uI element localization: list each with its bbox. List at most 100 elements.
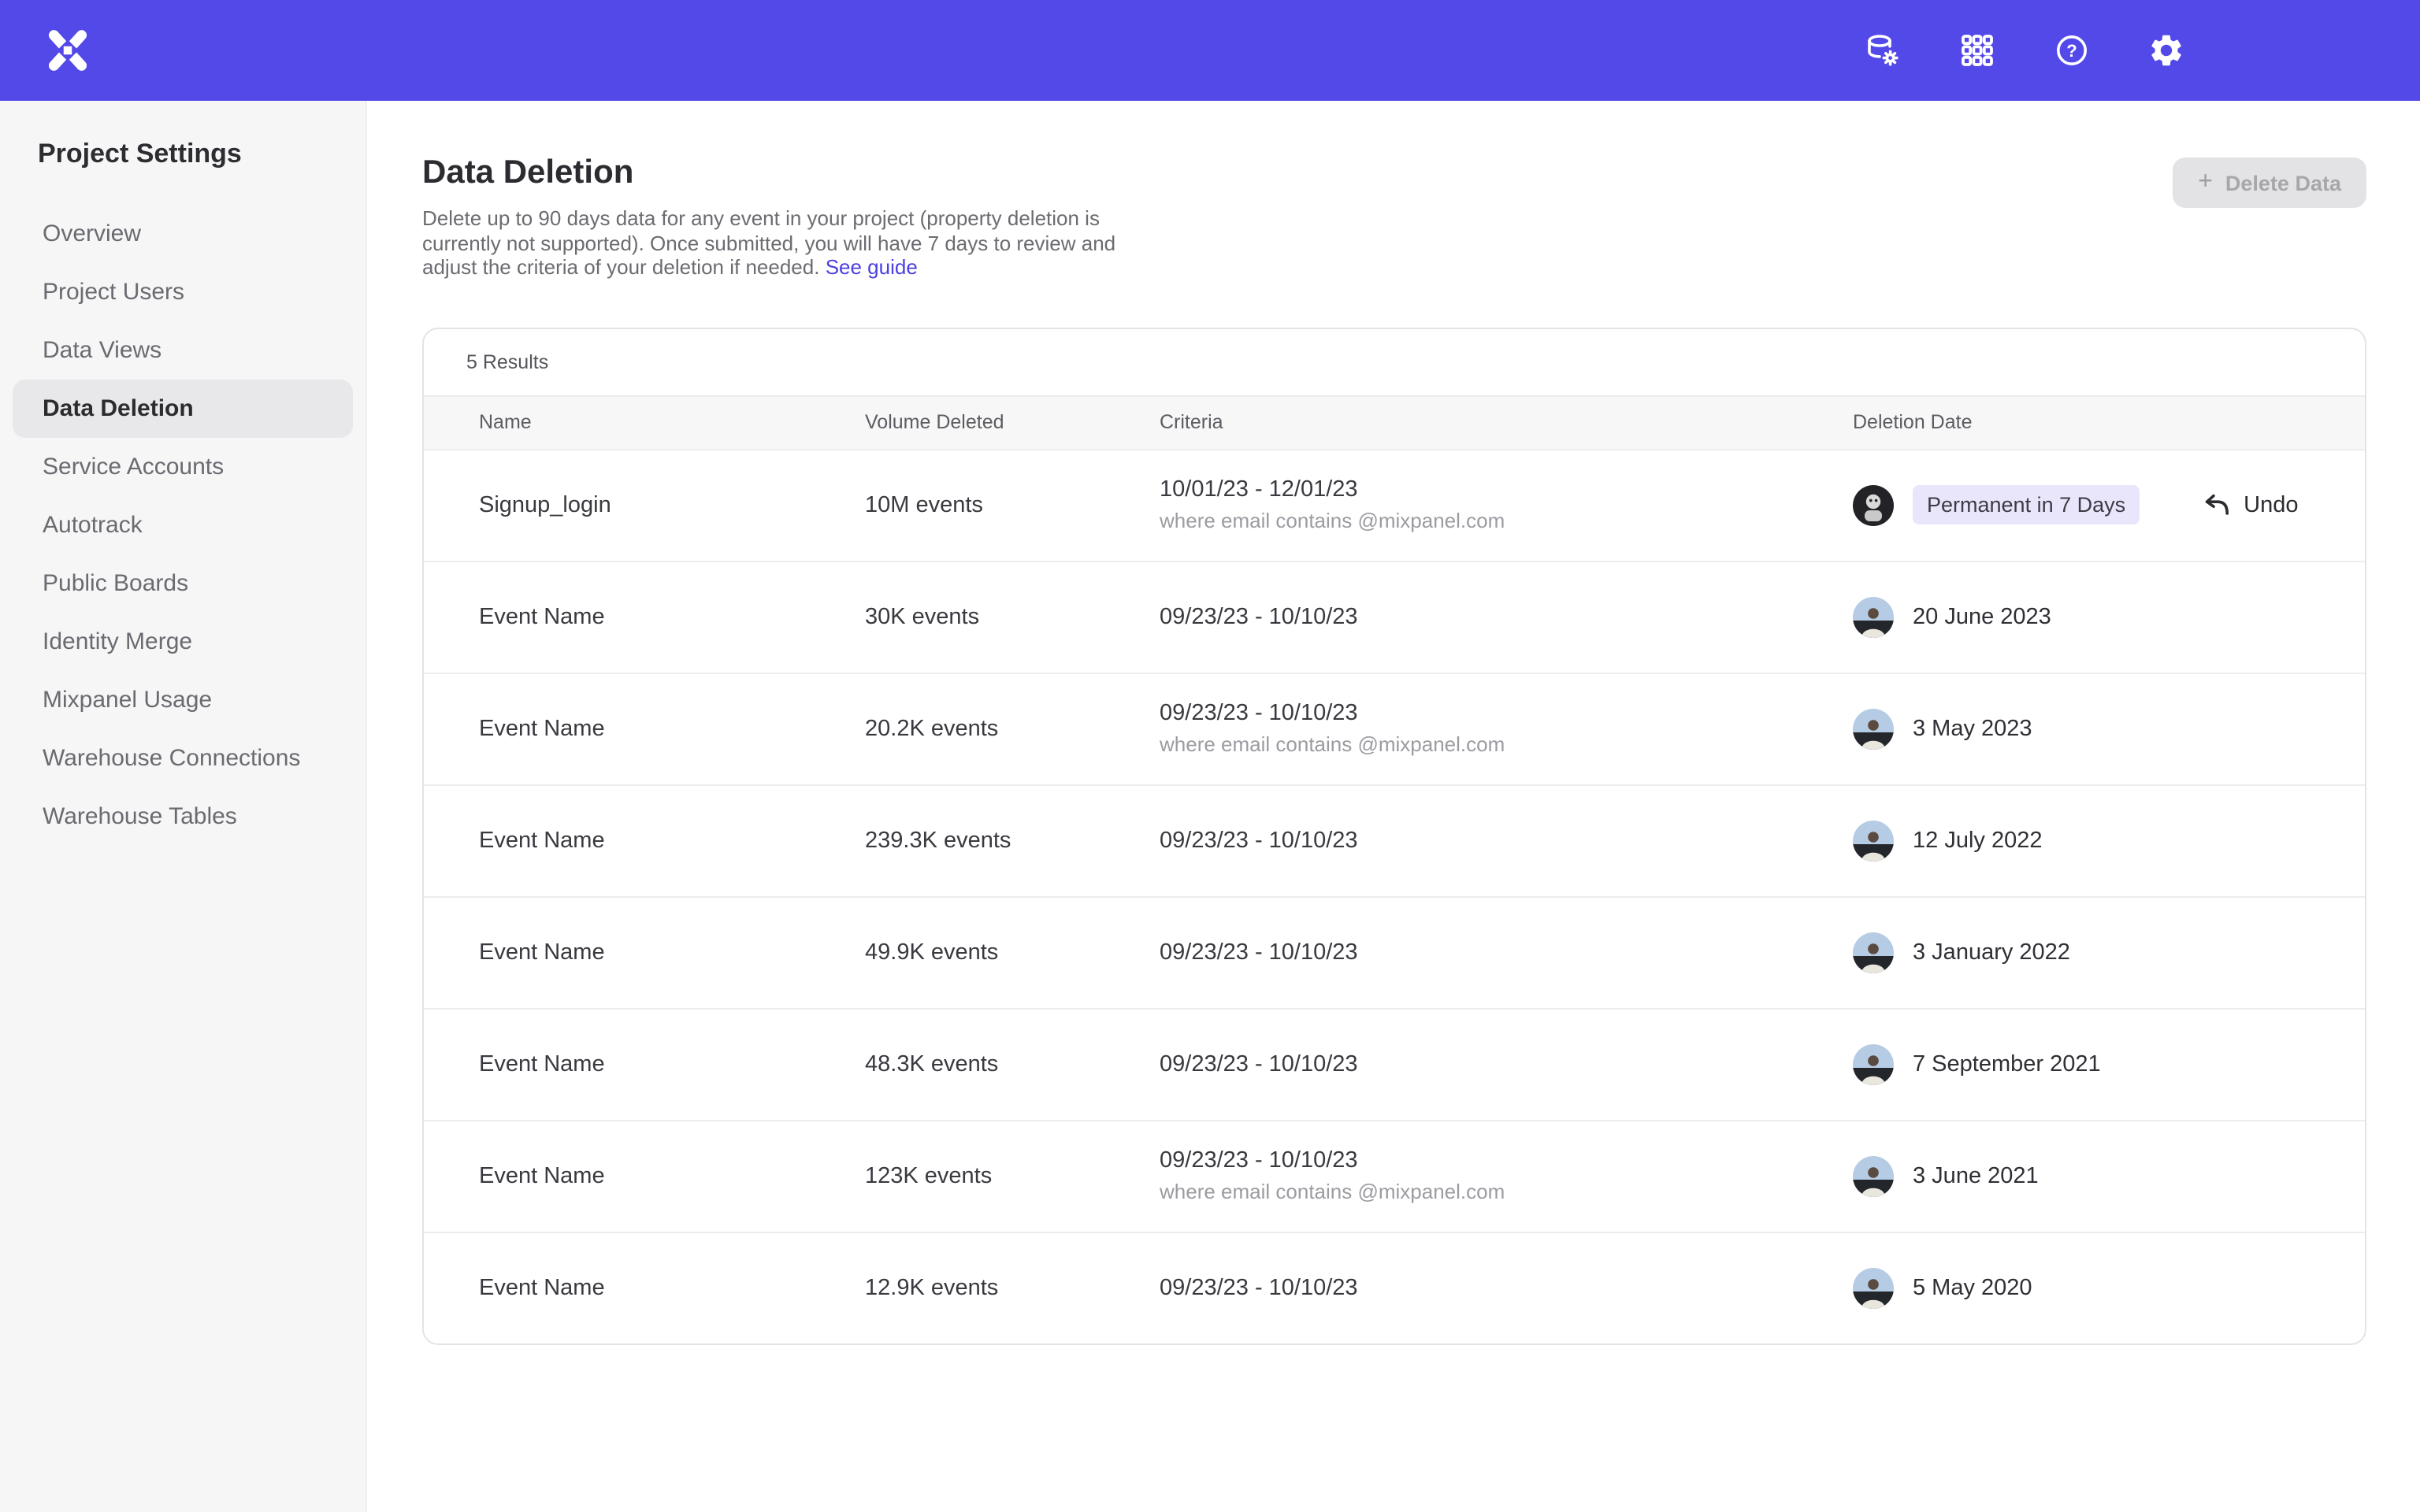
sidebar-item-identity-merge[interactable]: Identity Merge — [13, 613, 353, 671]
row-event-name: Event Name — [479, 716, 865, 741]
permanent-status-badge: Permanent in 7 Days — [1913, 485, 2140, 524]
row-event-name: Event Name — [479, 1051, 865, 1077]
row-criteria: 09/23/23 - 10/10/23 — [1160, 604, 1853, 629]
row-volume-deleted: 20.2K events — [865, 716, 1160, 741]
table-row: Event Name 239.3K events 09/23/23 - 10/1… — [424, 785, 2365, 897]
row-criteria-subtext: where email contains @mixpanel.com — [1160, 732, 1853, 756]
row-criteria-cell: 10/01/23 - 12/01/23 where email contains… — [1160, 477, 1853, 532]
table-row: Event Name 12.9K events 09/23/23 - 10/10… — [424, 1232, 2365, 1343]
row-event-name: Event Name — [479, 939, 865, 965]
sidebar-item-label: Mixpanel Usage — [43, 687, 212, 713]
row-deletion-date: 3 June 2021 — [1913, 1163, 2039, 1188]
sidebar-item-data-views[interactable]: Data Views — [13, 321, 353, 380]
table-body: Signup_login 10M events 10/01/23 - 12/01… — [424, 450, 2365, 1343]
sidebar-item-label: Warehouse Connections — [43, 745, 300, 772]
mixpanel-logo-icon[interactable] — [44, 27, 91, 74]
sidebar-item-warehouse-tables[interactable]: Warehouse Tables — [13, 788, 353, 846]
delete-data-button-label: Delete Data — [2225, 171, 2341, 195]
row-deletion-date-cell: 12 July 2022 — [1853, 820, 2321, 861]
column-header-deletion-date: Deletion Date — [1853, 411, 2321, 433]
results-count: 5 Results — [424, 328, 2365, 395]
row-criteria: 10/01/23 - 12/01/23 — [1160, 477, 1853, 502]
topbar-icon-group: ? — [1862, 30, 2187, 71]
row-criteria: 09/23/23 - 10/10/23 — [1160, 1051, 1853, 1077]
row-criteria: 09/23/23 - 10/10/23 — [1160, 701, 1853, 726]
sidebar-item-label: Overview — [43, 220, 141, 247]
undo-button-label: Undo — [2244, 492, 2298, 517]
row-criteria-subtext: where email contains @mixpanel.com — [1160, 509, 1853, 532]
apps-grid-icon[interactable] — [1957, 30, 1998, 71]
page-header: Data Deletion Delete up to 90 days data … — [367, 101, 2420, 280]
sidebar-item-autotrack[interactable]: Autotrack — [13, 496, 353, 554]
main-content: Data Deletion Delete up to 90 days data … — [367, 101, 2420, 1512]
row-criteria-subtext: where email contains @mixpanel.com — [1160, 1180, 1853, 1203]
row-deletion-date: 20 June 2023 — [1913, 604, 2051, 629]
sidebar-item-mixpanel-usage[interactable]: Mixpanel Usage — [13, 671, 353, 729]
table-row: Event Name 48.3K events 09/23/23 - 10/10… — [424, 1009, 2365, 1121]
sidebar-item-warehouse-connections[interactable]: Warehouse Connections — [13, 729, 353, 788]
row-volume-deleted: 48.3K events — [865, 1051, 1160, 1077]
plus-icon: + — [2198, 170, 2213, 195]
row-deletion-date-cell: 3 June 2021 — [1853, 1155, 2321, 1196]
help-icon[interactable]: ? — [2051, 30, 2092, 71]
user-avatar — [1853, 820, 1894, 861]
svg-text:?: ? — [2066, 41, 2077, 61]
row-deletion-date-cell: 7 September 2021 — [1853, 1043, 2321, 1084]
user-avatar — [1853, 932, 1894, 973]
row-criteria-cell: 09/23/23 - 10/10/23 — [1160, 939, 1853, 965]
table-header-row: Name Volume Deleted Criteria Deletion Da… — [424, 395, 2365, 450]
sidebar-item-public-boards[interactable]: Public Boards — [13, 554, 353, 613]
delete-data-button[interactable]: + Delete Data — [2173, 158, 2366, 208]
sidebar-nav: Overview Project Users Data Views Data Dele… — [0, 205, 366, 846]
column-header-volume-deleted: Volume Deleted — [865, 411, 1160, 433]
sidebar-item-overview[interactable]: Overview — [13, 205, 353, 263]
table-row: Signup_login 10M events 10/01/23 - 12/01… — [424, 450, 2365, 561]
undo-icon — [2203, 493, 2231, 517]
top-navigation-bar: ? — [0, 0, 2420, 101]
row-volume-deleted: 49.9K events — [865, 939, 1160, 965]
column-header-criteria: Criteria — [1160, 411, 1853, 433]
sidebar-title: Project Settings — [38, 139, 366, 170]
user-avatar — [1853, 596, 1894, 637]
row-deletion-date: 7 September 2021 — [1913, 1051, 2101, 1077]
user-avatar — [1853, 484, 1894, 525]
page-title: Data Deletion — [422, 154, 2366, 192]
settings-sidebar: Project Settings Overview Project Users Da… — [0, 101, 367, 1512]
mixpanel-logo-glyph — [46, 28, 90, 72]
row-criteria-cell: 09/23/23 - 10/10/23 where email contains… — [1160, 701, 1853, 756]
data-management-icon[interactable] — [1862, 30, 1903, 71]
deletion-requests-card: 5 Results Name Volume Deleted Criteria D… — [422, 327, 2366, 1344]
user-avatar — [1853, 708, 1894, 749]
column-header-name: Name — [479, 411, 865, 433]
sidebar-item-label: Data Views — [43, 337, 161, 364]
table-row: Event Name 123K events 09/23/23 - 10/10/… — [424, 1121, 2365, 1232]
sidebar-item-label: Public Boards — [43, 570, 188, 597]
sidebar-item-data-deletion[interactable]: Data Deletion — [13, 380, 353, 438]
row-deletion-date: 12 July 2022 — [1913, 828, 2042, 853]
row-event-name: Event Name — [479, 828, 865, 853]
undo-button[interactable]: Undo — [2203, 492, 2298, 517]
row-volume-deleted: 239.3K events — [865, 828, 1160, 853]
row-deletion-date-cell: 3 May 2023 — [1853, 708, 2321, 749]
sidebar-item-label: Identity Merge — [43, 628, 192, 655]
page-description-text: Delete up to 90 days data for any event … — [422, 206, 1115, 279]
row-criteria: 09/23/23 - 10/10/23 — [1160, 939, 1853, 965]
row-event-name: Signup_login — [479, 492, 865, 517]
see-guide-link[interactable]: See guide — [826, 255, 918, 279]
user-avatar — [1853, 1155, 1894, 1196]
table-row: Event Name 30K events 09/23/23 - 10/10/2… — [424, 561, 2365, 673]
row-event-name: Event Name — [479, 1163, 865, 1188]
screen: ? Project Settings Overview Project Users… — [0, 0, 2420, 1512]
row-deletion-date-cell: 3 January 2022 — [1853, 932, 2321, 973]
row-criteria: 09/23/23 - 10/10/23 — [1160, 1275, 1853, 1300]
row-criteria: 09/23/23 - 10/10/23 — [1160, 1148, 1853, 1173]
settings-icon[interactable] — [2146, 30, 2187, 71]
sidebar-item-label: Warehouse Tables — [43, 803, 237, 830]
sidebar-item-label: Data Deletion — [43, 395, 194, 422]
sidebar-item-service-accounts[interactable]: Service Accounts — [13, 438, 353, 496]
sidebar-item-project-users[interactable]: Project Users — [13, 263, 353, 321]
row-deletion-date: 3 May 2023 — [1913, 716, 2032, 741]
row-volume-deleted: 123K events — [865, 1163, 1160, 1188]
row-volume-deleted: 12.9K events — [865, 1275, 1160, 1300]
row-deletion-date: 5 May 2020 — [1913, 1275, 2032, 1300]
